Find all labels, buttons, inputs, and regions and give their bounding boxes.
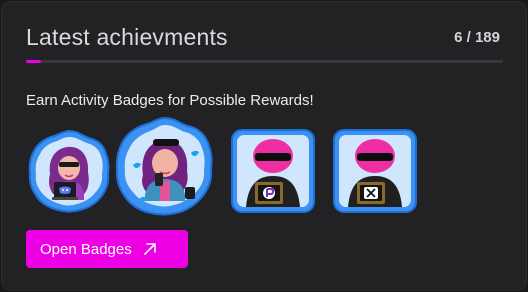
progress-fill xyxy=(26,60,42,63)
badge-list xyxy=(26,116,426,220)
x-badge[interactable] xyxy=(332,128,418,214)
twitter-badge[interactable] xyxy=(113,115,217,219)
open-badges-button[interactable]: Open Badges xyxy=(26,230,188,268)
achievements-card: Latest achievments 6 / 189 Earn Activity… xyxy=(1,1,527,291)
p-platform-badge[interactable] xyxy=(230,128,316,214)
arrow-up-right-icon xyxy=(143,242,157,256)
badges-subtitle: Earn Activity Badges for Possible Reward… xyxy=(26,92,314,109)
progress-track xyxy=(26,60,503,63)
discord-badge[interactable] xyxy=(26,128,112,214)
card-title: Latest achievments xyxy=(26,24,228,50)
open-badges-label: Open Badges xyxy=(40,240,132,258)
achievement-count: 6 / 189 xyxy=(454,29,500,46)
